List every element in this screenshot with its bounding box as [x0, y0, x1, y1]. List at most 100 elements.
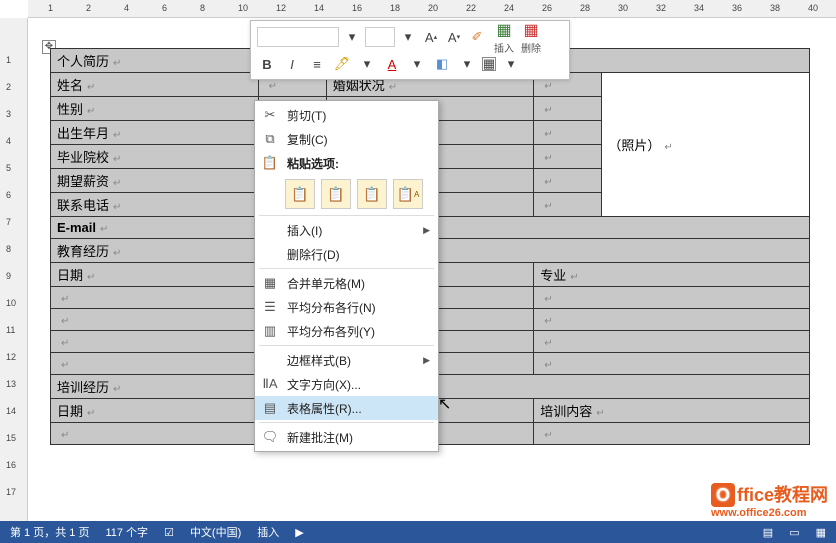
- status-page[interactable]: 第 1 页，共 1 页: [10, 524, 89, 540]
- proofing-icon[interactable]: ☑: [164, 526, 174, 539]
- horizontal-ruler: 1246810121416182022242628303234363840: [28, 0, 836, 18]
- menu-separator: [259, 345, 434, 346]
- menu-new-comment[interactable]: 🗨 新建批注(M): [255, 425, 438, 449]
- scissors-icon: ✂: [261, 106, 279, 124]
- row-label[interactable]: 姓名↵: [51, 73, 259, 97]
- dropdown-icon[interactable]: ▾: [342, 27, 362, 47]
- cell[interactable]: ↵: [534, 97, 602, 121]
- cell[interactable]: ↵: [51, 309, 259, 331]
- distribute-rows-icon: ☰: [261, 298, 279, 316]
- cell[interactable]: ↵: [51, 423, 259, 445]
- dropdown-icon[interactable]: ▾: [407, 54, 427, 74]
- cell[interactable]: ↵: [51, 331, 259, 353]
- menu-insert[interactable]: 插入(I) ▶: [255, 218, 438, 242]
- photo-cell[interactable]: （照片）↵: [602, 73, 810, 217]
- menu-separator: [259, 268, 434, 269]
- cell[interactable]: ↵: [534, 145, 602, 169]
- cell[interactable]: ↵: [534, 193, 602, 217]
- grow-font-icon[interactable]: A▴: [421, 27, 441, 47]
- paste-options-row: 📋 📋 📋 📋A: [255, 175, 438, 213]
- cell[interactable]: ↵: [51, 353, 259, 375]
- menu-cut[interactable]: ✂ 剪切(T): [255, 103, 438, 127]
- read-mode-icon[interactable]: ▭: [789, 526, 799, 539]
- font-size-select[interactable]: [365, 27, 395, 47]
- web-layout-icon[interactable]: ▦: [816, 526, 826, 539]
- status-word-count[interactable]: 117 个字: [105, 524, 148, 540]
- cell[interactable]: ↵: [534, 353, 810, 375]
- cell[interactable]: ↵: [534, 121, 602, 145]
- menu-separator: [259, 422, 434, 423]
- menu-merge-cells[interactable]: ▦ 合并单元格(M): [255, 271, 438, 295]
- vertical-ruler: 1234567891011121314151617: [0, 18, 28, 521]
- paste-picture-icon[interactable]: 📋: [357, 179, 387, 209]
- dropdown-icon[interactable]: ▾: [501, 54, 521, 74]
- paste-merge-icon[interactable]: 📋: [321, 179, 351, 209]
- text-direction-icon: ⅡA: [261, 375, 279, 393]
- status-bar: 第 1 页，共 1 页 117 个字 ☑ 中文(中国) 插入 ▶ ▤ ▭ ▦: [0, 521, 836, 543]
- cell[interactable]: ↵: [534, 287, 810, 309]
- font-color-icon[interactable]: A: [382, 54, 402, 74]
- row-label[interactable]: 期望薪资↵: [51, 169, 259, 193]
- menu-distribute-cols[interactable]: ▥ 平均分布各列(Y): [255, 319, 438, 343]
- status-insert-mode[interactable]: 插入: [257, 524, 279, 540]
- col-header[interactable]: 培训内容↵: [534, 399, 810, 423]
- format-painter-icon[interactable]: ✐: [467, 27, 487, 47]
- row-label[interactable]: 性别↵: [51, 97, 259, 121]
- watermark: Office教程网 www.office26.com: [711, 481, 828, 519]
- italic-button[interactable]: I: [282, 54, 302, 74]
- blank-icon: [261, 245, 279, 263]
- cell[interactable]: ↵: [534, 169, 602, 193]
- cell[interactable]: ↵: [51, 287, 259, 309]
- col-header[interactable]: 专业↵: [534, 263, 810, 287]
- context-menu: ✂ 剪切(T) ⧉ 复制(C) 📋 粘贴选项: 📋 📋 📋 📋A 插入(I) ▶…: [254, 100, 439, 452]
- menu-separator: [259, 215, 434, 216]
- clipboard-icon: 📋: [261, 154, 279, 172]
- row-label[interactable]: 联系电话↵: [51, 193, 259, 217]
- highlight-icon[interactable]: 🖊: [332, 54, 352, 74]
- dropdown-icon[interactable]: ▾: [398, 27, 418, 47]
- blank-icon: [261, 221, 279, 239]
- bold-button[interactable]: B: [257, 54, 277, 74]
- menu-table-properties[interactable]: ▤ 表格属性(R)...: [255, 396, 438, 420]
- dropdown-icon[interactable]: ▾: [357, 54, 377, 74]
- copy-icon: ⧉: [261, 130, 279, 148]
- watermark-logo-icon: O: [711, 483, 735, 507]
- row-label[interactable]: 毕业院校↵: [51, 145, 259, 169]
- menu-border-style[interactable]: 边框样式(B) ▶: [255, 348, 438, 372]
- insert-group[interactable]: ▦插入: [494, 20, 514, 55]
- delete-group[interactable]: ▦删除: [521, 20, 541, 55]
- macro-icon[interactable]: ▶: [295, 526, 303, 539]
- paste-keep-source-icon[interactable]: 📋: [285, 179, 315, 209]
- menu-distribute-rows[interactable]: ☰ 平均分布各行(N): [255, 295, 438, 319]
- row-label[interactable]: E-mail↵: [51, 217, 259, 239]
- menu-paste-header: 📋 粘贴选项:: [255, 151, 438, 175]
- chevron-right-icon: ▶: [423, 355, 430, 366]
- table-delete-icon: ▦: [523, 20, 538, 40]
- align-icon[interactable]: ≡: [307, 54, 327, 74]
- comment-icon: 🗨: [261, 428, 279, 446]
- mini-toolbar: ▾ ▾ A▴ A▾ ✐ ▦插入 ▦删除 B I ≡ 🖊 ▾ A ▾ ◧ ▾ ▦ …: [250, 20, 570, 80]
- col-header[interactable]: 日期↵: [51, 399, 259, 423]
- print-layout-icon[interactable]: ▤: [763, 526, 773, 539]
- font-name-select[interactable]: [257, 27, 339, 47]
- chevron-right-icon: ▶: [423, 225, 430, 236]
- menu-text-direction[interactable]: ⅡA 文字方向(X)...: [255, 372, 438, 396]
- menu-copy[interactable]: ⧉ 复制(C): [255, 127, 438, 151]
- status-language[interactable]: 中文(中国): [190, 524, 241, 540]
- shading-icon[interactable]: ◧: [432, 54, 452, 74]
- table-insert-icon: ▦: [496, 20, 511, 40]
- blank-icon: [261, 351, 279, 369]
- col-header[interactable]: 日期↵: [51, 263, 259, 287]
- cell[interactable]: ↵: [534, 423, 810, 445]
- merge-cells-icon: ▦: [261, 274, 279, 292]
- row-label[interactable]: 出生年月↵: [51, 121, 259, 145]
- menu-delete-row[interactable]: 删除行(D): [255, 242, 438, 266]
- table-properties-icon: ▤: [261, 399, 279, 417]
- paste-text-icon[interactable]: 📋A: [393, 179, 423, 209]
- cell[interactable]: ↵: [534, 331, 810, 353]
- shrink-font-icon[interactable]: A▾: [444, 27, 464, 47]
- distribute-cols-icon: ▥: [261, 322, 279, 340]
- cell[interactable]: ↵: [534, 309, 810, 331]
- borders-icon[interactable]: ▦: [482, 57, 496, 71]
- dropdown-icon[interactable]: ▾: [457, 54, 477, 74]
